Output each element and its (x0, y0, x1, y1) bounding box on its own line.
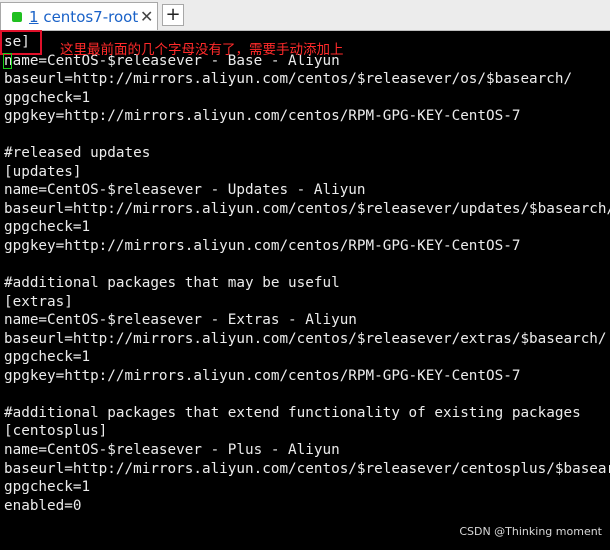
terminal-line: [updates] (4, 163, 82, 180)
terminal-line: name=CentOS-$releasever - Plus - Aliyun (4, 442, 340, 459)
text-cursor (3, 53, 12, 69)
tab-title: centos7-root (43, 8, 139, 26)
terminal-line: name=CentOS-$releasever - Extras - Aliyu… (4, 312, 357, 329)
annotation-highlight-box (0, 30, 42, 55)
annotation-text: 这里最前面的几个字母没有了，需要手动添加上 (60, 42, 344, 58)
connection-status-icon (12, 12, 22, 22)
terminal-line: gpgcheck=1 (4, 219, 91, 236)
terminal-line: baseurl=http://mirrors.aliyun.com/centos… (4, 330, 607, 347)
terminal-line: gpgcheck=1 (4, 349, 91, 366)
tab-index: 1 (29, 8, 39, 26)
terminal-line: enabled=0 (4, 497, 82, 513)
terminal-line: gpgkey=http://mirrors.aliyun.com/centos/… (4, 238, 521, 255)
terminal-line: gpgcheck=1 (4, 89, 91, 106)
new-tab-button[interactable]: + (162, 4, 184, 26)
terminal-line: baseurl=http://mirrors.aliyun.com/centos… (4, 460, 610, 477)
terminal-line: gpgkey=http://mirrors.aliyun.com/centos/… (4, 108, 521, 125)
terminal-line: baseurl=http://mirrors.aliyun.com/centos… (4, 71, 573, 88)
tab-centos7-root[interactable]: 1 centos7-root ✕ (0, 2, 158, 30)
terminal-line: gpgcheck=1 (4, 479, 91, 496)
terminal-line: baseurl=http://mirrors.aliyun.com/centos… (4, 200, 610, 217)
terminal-output[interactable]: se] name=CentOS-$releasever - Base - Aliy… (4, 33, 610, 513)
tab-bar: 1 centos7-root ✕ + (0, 0, 610, 31)
tab-label: 1 centos7-root (29, 8, 138, 26)
terminal-line: [extras] (4, 293, 73, 310)
terminal-line: gpgkey=http://mirrors.aliyun.com/centos/… (4, 367, 521, 384)
terminal-line: #additional packages that extend functio… (4, 404, 581, 421)
terminal-line: #released updates (4, 145, 151, 162)
terminal-line: name=CentOS-$releasever - Updates - Aliy… (4, 182, 366, 199)
terminal-line: [centosplus] (4, 423, 108, 440)
terminal-line: #additional packages that may be useful (4, 275, 340, 292)
close-icon[interactable]: ✕ (140, 7, 153, 26)
watermark: CSDN @Thinking moment (459, 525, 602, 538)
